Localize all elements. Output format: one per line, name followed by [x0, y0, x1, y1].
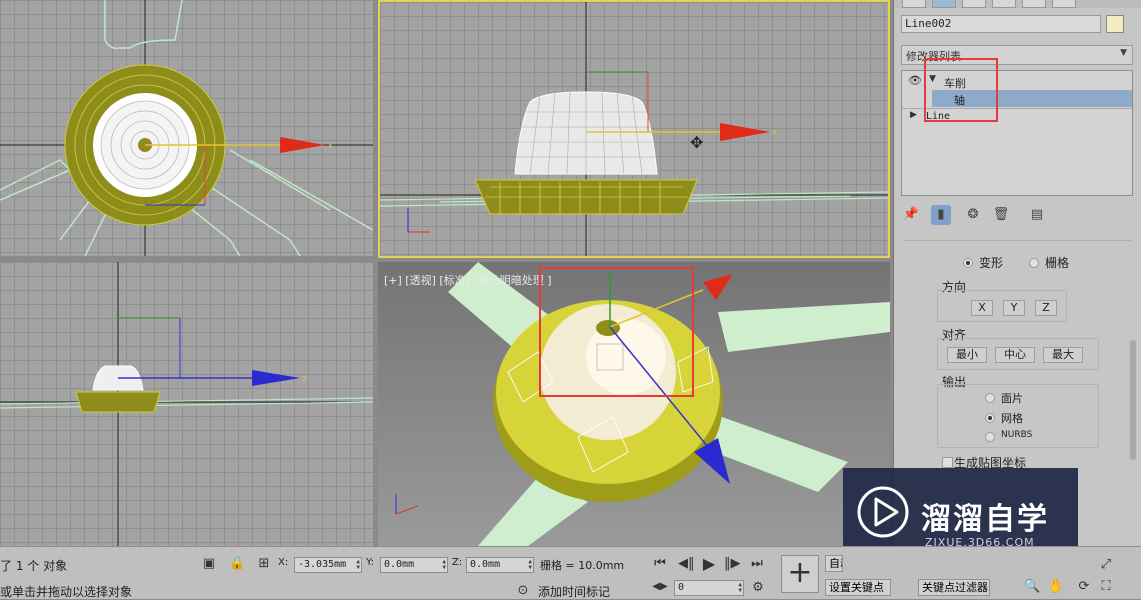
- maximize-viewport-icon[interactable]: ⛶: [1098, 579, 1114, 594]
- set-key-button[interactable]: 设置关键点: [825, 579, 891, 596]
- y-label: Y:: [366, 557, 375, 568]
- svg-text:z: z: [302, 374, 306, 383]
- tab-motion[interactable]: [992, 0, 1016, 8]
- time-config-icon[interactable]: ⚙: [750, 580, 766, 595]
- stack-toolbar: 📌 ▮ ❂ 🗑 ▤: [901, 202, 1133, 228]
- orbit-icon[interactable]: ⟳: [1076, 579, 1092, 594]
- lock-icon[interactable]: 🔒: [229, 556, 245, 571]
- previous-frame-icon[interactable]: ◀‖: [678, 556, 695, 571]
- grid-spacing: 栅格 = 10.0mm: [540, 559, 625, 572]
- time-tag-icon[interactable]: ⊙: [515, 583, 531, 598]
- radio-nurbs[interactable]: [985, 432, 995, 442]
- highlight-box: [924, 58, 998, 122]
- panel-tabs: [894, 0, 1141, 8]
- status-bar: 了 1 个 对象 或单击并拖动以选择对象 ▣ 🔒 ⊞ X: -3.035mm ▲ ▼…: [0, 546, 1141, 599]
- configure-sets-icon[interactable]: ▤: [1027, 205, 1047, 225]
- tab-modify[interactable]: [932, 0, 956, 8]
- play-icon[interactable]: ▶: [701, 554, 717, 573]
- output-mesh-label: 网格: [1001, 412, 1023, 425]
- panel-scrollbar[interactable]: [1130, 340, 1136, 460]
- y-value: 0.0mm: [384, 559, 415, 570]
- viewport-perspective[interactable]: [+] [透视] [标准] [默认明暗处理 ]: [378, 262, 890, 546]
- z-coordinate-field[interactable]: 0.0mm ▲ ▼: [466, 557, 534, 573]
- prompt-hint: 或单击并拖动以选择对象: [0, 585, 133, 599]
- svg-text:x: x: [772, 128, 777, 137]
- radio-patch[interactable]: [985, 393, 995, 403]
- viewport-front[interactable]: x ✥: [378, 0, 890, 258]
- add-time-tag[interactable]: 添加时间标记: [538, 583, 610, 600]
- x-label: X:: [278, 557, 289, 568]
- remove-modifier-icon[interactable]: 🗑: [991, 205, 1011, 225]
- expand-right-icon[interactable]: ▶: [910, 110, 917, 120]
- tab-utilities[interactable]: [1052, 0, 1076, 8]
- watermark-title: 溜溜自学: [921, 502, 1049, 537]
- gen-map-coords-checkbox[interactable]: [942, 457, 953, 468]
- auto-key-button[interactable]: 自动: [825, 555, 843, 572]
- watermark: 溜溜自学 ZIXUE.3D66.COM: [843, 468, 1078, 556]
- top-view-scene: x: [0, 0, 373, 256]
- align-center-button[interactable]: 中心: [995, 347, 1035, 363]
- set-key-big-icon[interactable]: +: [781, 555, 819, 593]
- radio-grid[interactable]: [1029, 258, 1039, 268]
- output-nurbs-label: NURBS: [1001, 430, 1033, 440]
- chevron-down-icon: ▼: [1120, 48, 1127, 58]
- modifier-stack: 👁 ▼ 车削 轴 ▶ Line: [901, 58, 1133, 196]
- play-logo-icon: [857, 486, 909, 538]
- make-unique-icon[interactable]: ❂: [963, 205, 983, 225]
- pan-icon[interactable]: ✋: [1048, 579, 1064, 594]
- y-coordinate-field[interactable]: 0.0mm ▲ ▼: [380, 557, 448, 573]
- z-label: Z:: [452, 557, 463, 568]
- z-value: 0.0mm: [470, 559, 501, 570]
- highlight-box: [539, 267, 694, 397]
- current-frame-field[interactable]: 0 ▲ ▼: [674, 580, 744, 596]
- align-min-button[interactable]: 最小: [947, 347, 987, 363]
- spinner-icon[interactable]: ▲ ▼: [356, 559, 360, 571]
- front-view-scene: x ✥: [380, 2, 888, 256]
- output-patch-label: 面片: [1001, 392, 1023, 405]
- x-value: -3.035mm: [298, 559, 347, 570]
- spinner-icon[interactable]: ▲ ▼: [528, 559, 532, 571]
- selection-status: 了 1 个 对象: [0, 559, 68, 573]
- left-view-scene: z: [0, 262, 373, 546]
- absolute-mode-icon[interactable]: ⊞: [256, 556, 272, 571]
- zoom-extents-icon[interactable]: ⤢: [1098, 557, 1114, 572]
- spinner-icon[interactable]: ▲ ▼: [442, 559, 446, 571]
- eye-icon[interactable]: 👁: [908, 74, 922, 87]
- command-panel: Line002 修改器列表 ▼ 👁 ▼ 车削 轴 ▶ Line 📌 ▮ ❂ 🗑 …: [893, 0, 1141, 546]
- go-to-end-icon[interactable]: ⏭: [749, 556, 765, 571]
- viewport-top[interactable]: x: [0, 0, 373, 256]
- tab-display[interactable]: [1022, 0, 1046, 8]
- radio-deform[interactable]: [963, 258, 973, 268]
- direction-z-button[interactable]: Z: [1035, 300, 1057, 316]
- pin-stack-icon[interactable]: 📌: [901, 205, 921, 225]
- svg-text:✥: ✥: [690, 133, 703, 152]
- show-end-result-icon[interactable]: ▮: [931, 205, 951, 225]
- deform-label: 变形: [979, 256, 1004, 270]
- x-coordinate-field[interactable]: -3.035mm ▲ ▼: [294, 557, 362, 573]
- tab-hierarchy[interactable]: [962, 0, 986, 8]
- object-color-swatch[interactable]: [1106, 15, 1124, 33]
- viewport-left[interactable]: z: [0, 262, 373, 546]
- go-to-start-icon[interactable]: ⏮: [652, 556, 668, 571]
- direction-x-button[interactable]: X: [971, 300, 993, 316]
- frame-value: 0: [678, 582, 685, 593]
- next-frame-icon[interactable]: ‖▶: [724, 556, 741, 571]
- spinner-icon[interactable]: ▲ ▼: [738, 582, 742, 594]
- selection-lock-icon[interactable]: ▣: [201, 556, 217, 571]
- radio-mesh[interactable]: [985, 413, 995, 423]
- tab-create[interactable]: [902, 0, 926, 8]
- direction-y-button[interactable]: Y: [1003, 300, 1025, 316]
- zoom-icon[interactable]: 🔍: [1024, 579, 1040, 594]
- align-max-button[interactable]: 最大: [1043, 347, 1083, 363]
- divider: [904, 240, 1132, 241]
- object-name-field[interactable]: Line002: [901, 15, 1101, 33]
- grid-label: 栅格: [1045, 256, 1070, 270]
- key-mode-icon[interactable]: ◀▶: [652, 581, 668, 592]
- svg-text:x: x: [328, 141, 333, 150]
- viewport-label[interactable]: [+] [透视] [标准] [默认明暗处理 ]: [384, 272, 552, 288]
- key-filters-button[interactable]: 关键点过滤器...: [918, 579, 990, 596]
